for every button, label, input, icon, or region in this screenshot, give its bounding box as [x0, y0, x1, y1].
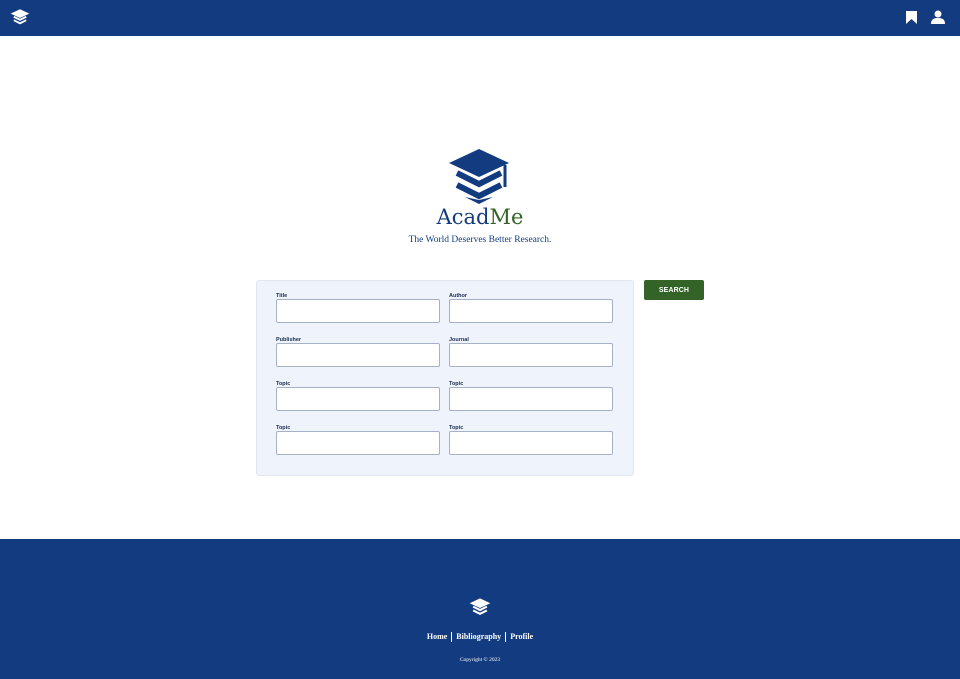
search-form-panel: Title Author Publisher Journal Topic Top… [256, 280, 634, 476]
title-field: Title [276, 292, 440, 323]
topic-input-1[interactable] [276, 387, 440, 411]
top-navbar [0, 0, 960, 36]
search-button[interactable]: SEARCH [644, 280, 704, 300]
topic-field-1: Topic [276, 380, 440, 411]
publisher-field: Publisher [276, 336, 440, 367]
footer: Home Bibliography Profile Copyright © 2023 [0, 539, 960, 679]
title-input[interactable] [276, 299, 440, 323]
footer-link-profile[interactable]: Profile [510, 632, 533, 641]
bookmark-icon[interactable] [906, 11, 917, 24]
topic-field-3: Topic [276, 424, 440, 455]
topic-field-4: Topic [449, 424, 613, 455]
author-input[interactable] [449, 299, 613, 323]
user-icon[interactable] [931, 10, 945, 24]
graduation-cap-icon [469, 598, 491, 615]
topic-field-2: Topic [449, 380, 613, 411]
footer-link-bibliography[interactable]: Bibliography [456, 632, 501, 641]
topic-input-3[interactable] [276, 431, 440, 455]
footer-divider [451, 632, 453, 643]
journal-field: Journal [449, 336, 613, 367]
footer-divider [505, 632, 507, 643]
brand-title: AcadMe [380, 203, 580, 231]
graduation-cap-icon[interactable] [10, 8, 30, 28]
brand-name-part1: Acad [436, 205, 490, 229]
author-field: Author [449, 292, 613, 323]
brand-name-part2: Me [489, 205, 524, 229]
footer-link-home[interactable]: Home [427, 632, 447, 641]
journal-input[interactable] [449, 343, 613, 367]
topic-input-2[interactable] [449, 387, 613, 411]
topic-input-4[interactable] [449, 431, 613, 455]
copyright-text: Copyright © 2023 [459, 657, 501, 663]
graduation-cap-icon [449, 149, 509, 204]
publisher-input[interactable] [276, 343, 440, 367]
tagline: The World Deserves Better Research. [408, 235, 552, 245]
footer-links: Home Bibliography Profile [380, 632, 580, 643]
